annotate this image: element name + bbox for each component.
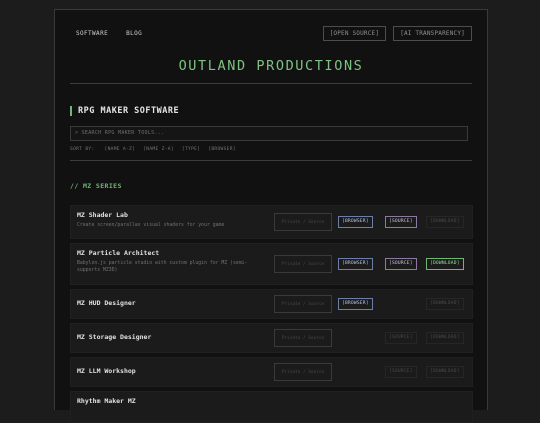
divider [70, 83, 472, 84]
download-button: [DOWNLOAD] [426, 298, 464, 310]
status-badge: Private / Source [274, 255, 332, 273]
product-name: Rhythm Maker MZ [77, 397, 136, 405]
ai-transparency-button[interactable]: [AI TRANSPARENCY] [393, 26, 472, 41]
source-button: [SOURCE] [385, 366, 417, 378]
download-button: [DOWNLOAD] [426, 366, 464, 378]
open-source-button[interactable]: [OPEN SOURCE] [322, 26, 387, 41]
browser-button[interactable]: [BROWSER] [338, 216, 373, 228]
status-badge: Private / Source [274, 363, 332, 381]
series-heading: // MZ SERIES [70, 182, 122, 190]
status-badge: Private / Source [274, 295, 332, 313]
product-row: MZ HUD Designer Private / Source [BROWSE… [70, 289, 473, 319]
product-name: MZ Storage Designer [77, 333, 152, 341]
download-button: [DOWNLOAD] [426, 216, 464, 228]
status-badge: Private / Source [274, 213, 332, 231]
section-title: RPG MAKER SOFTWARE [70, 106, 179, 116]
sort-browser[interactable]: [BROWSER] [208, 147, 236, 152]
nav-software[interactable]: SOFTWARE [76, 30, 108, 37]
status-badge: Private / Source [274, 329, 332, 347]
product-row: MZ Storage Designer Private / Source [SO… [70, 323, 473, 353]
sort-name-asc[interactable]: [NAME A-Z] [105, 147, 136, 152]
sort-name-desc[interactable]: [NAME Z-A] [143, 147, 174, 152]
divider [70, 160, 472, 161]
product-description: Create screen/parallax visual shaders fo… [77, 223, 225, 228]
product-row: Rhythm Maker MZ [70, 391, 473, 423]
source-button: [SOURCE] [385, 332, 417, 344]
sort-bar: SORT BY: [NAME A-Z] [NAME Z-A] [TYPE] [B… [70, 147, 236, 152]
page-frame: SOFTWARE BLOG [OPEN SOURCE] [AI TRANSPAR… [54, 9, 488, 423]
brand-title: OUTLAND PRODUCTIONS [178, 58, 364, 74]
product-name: MZ Shader Lab [77, 211, 128, 219]
browser-button[interactable]: [BROWSER] [338, 258, 373, 270]
download-button[interactable]: [DOWNLOAD] [426, 258, 464, 270]
product-name: MZ HUD Designer [77, 299, 136, 307]
nav-buttons: [OPEN SOURCE] [AI TRANSPARENCY] [322, 26, 472, 41]
top-nav: SOFTWARE BLOG [76, 30, 156, 37]
browser-button[interactable]: [BROWSER] [338, 298, 373, 310]
source-button[interactable]: [SOURCE] [385, 258, 417, 270]
sort-label: SORT BY: [70, 147, 95, 152]
product-row: MZ Shader Lab Create screen/parallax vis… [70, 205, 473, 239]
product-name: MZ Particle Architect [77, 249, 160, 257]
sort-type[interactable]: [TYPE] [182, 147, 200, 152]
source-button[interactable]: [SOURCE] [385, 216, 417, 228]
product-row: MZ LLM Workshop Private / Source [SOURCE… [70, 357, 473, 387]
search-input[interactable]: > SEARCH RPG MAKER TOOLS... [70, 126, 468, 141]
product-name: MZ LLM Workshop [77, 367, 136, 375]
download-button: [DOWNLOAD] [426, 332, 464, 344]
nav-blog[interactable]: BLOG [126, 30, 142, 37]
product-row: MZ Particle Architect Babylon.js particl… [70, 243, 473, 285]
product-description: Babylon.js particle studio with custom p… [77, 261, 248, 273]
